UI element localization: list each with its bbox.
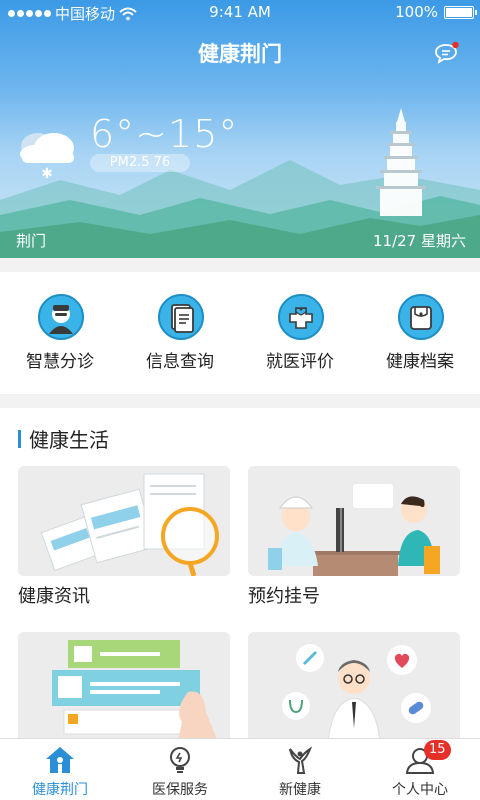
card-doctor[interactable] [248, 632, 460, 740]
tab-bar: 健康荆门 医保服务 新健康 个人中心 [0, 738, 480, 800]
message-button[interactable] [434, 41, 460, 65]
page-title: 健康荆门 [198, 42, 282, 66]
menu-label: 信息查询 [146, 352, 214, 372]
section-header: 健康生活 [18, 424, 109, 453]
card-label: 健康资讯 [18, 586, 90, 607]
battery-icon [444, 5, 477, 19]
status-bar: 中国移动 9:41 AM 100% [0, 0, 480, 24]
menu-label: 健康档案 [386, 352, 454, 372]
pm25-badge: PM2.5 76 [90, 154, 190, 172]
city-name: 荆门 [16, 232, 47, 250]
card-label: 预约挂号 [248, 586, 320, 607]
date-text: 11/27 星期六 [373, 232, 466, 250]
temperature: 6°~15° [90, 112, 239, 156]
tab-label: 医保服务 [152, 782, 208, 798]
card-health-list[interactable] [18, 632, 230, 740]
section-title: 健康生活 [29, 428, 109, 452]
menu-item-info-query[interactable]: 信息查询 [120, 272, 240, 394]
menu-item-medical-review[interactable]: 就医评价 [240, 272, 360, 394]
tab-personal-center[interactable]: 个人中心 [360, 739, 480, 800]
health-life-section: 健康生活 健康资讯 预约挂号 [0, 408, 480, 740]
heart-cross-icon [278, 294, 324, 340]
menu-item-health-record[interactable]: 健康档案 [360, 272, 480, 394]
person-leaf-icon [289, 746, 313, 774]
chat-bubble-icon [435, 41, 459, 64]
svg-text:✱: ✱ [41, 166, 53, 180]
tab-new-health[interactable]: 新健康 [240, 739, 360, 800]
notification-dot [452, 41, 459, 49]
section-accent-bar [18, 429, 21, 448]
tab-label: 健康荆门 [32, 782, 88, 798]
tab-medical-insurance[interactable]: 医保服务 [120, 739, 240, 800]
appointment-illustration [248, 466, 460, 576]
card-health-news[interactable]: 健康资讯 [18, 466, 230, 608]
menu-label: 就医评价 [266, 352, 334, 372]
lightbulb-icon [170, 747, 190, 773]
folder-icon [398, 294, 444, 340]
news-illustration [18, 466, 230, 576]
menu-item-smart-triage[interactable]: 智慧分诊 [0, 272, 120, 394]
cloud-snow-icon: ✱ [20, 133, 74, 180]
tab-health-jingmen[interactable]: 健康荆门 [0, 739, 120, 800]
quick-menu: 智慧分诊 信息查询 就医评价 健康档案 [0, 272, 480, 394]
card-appointment[interactable]: 预约挂号 [248, 466, 460, 608]
list-illustration [18, 632, 230, 740]
hero-banner: 中国移动 9:41 AM 100% 健康荆门 ✱ 6°~15° PM2.5 76 [0, 0, 480, 258]
doctor-icon [38, 294, 84, 340]
notification-badge: 15 [424, 740, 451, 760]
battery-percent: 100% [395, 3, 438, 21]
home-icon [46, 747, 74, 773]
menu-label: 智慧分诊 [26, 352, 94, 372]
tab-label: 个人中心 [392, 782, 448, 798]
document-icon [158, 294, 204, 340]
tab-label: 新健康 [279, 782, 321, 798]
doctor-illustration [248, 632, 460, 740]
battery-status: 100% [395, 3, 477, 21]
